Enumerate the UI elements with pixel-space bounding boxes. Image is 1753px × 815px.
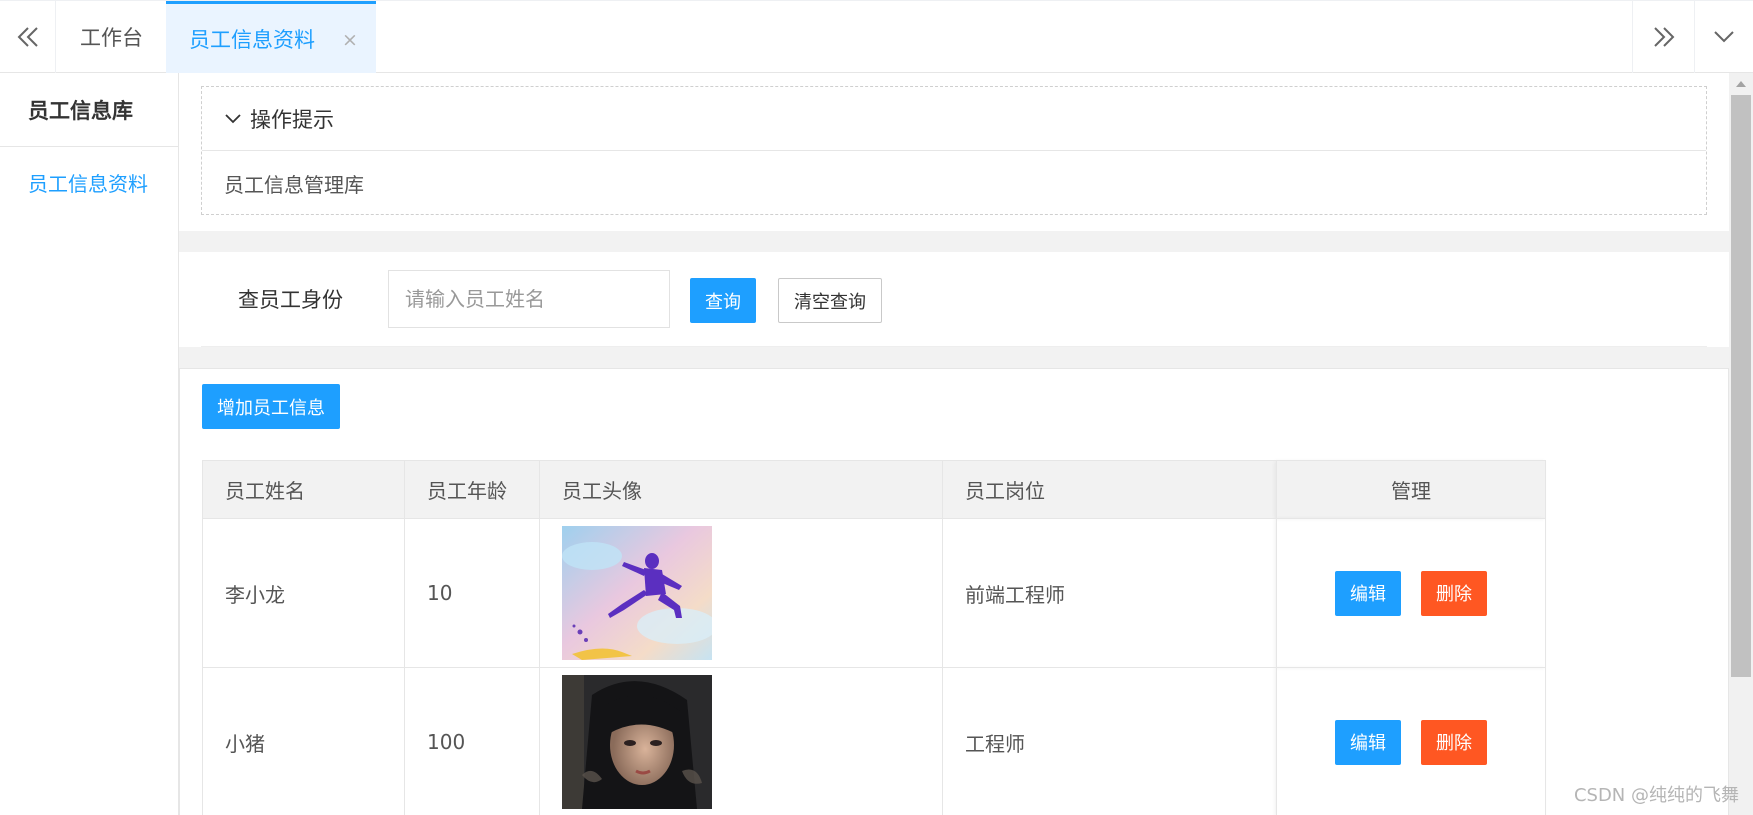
sidebar: 员工信息库 员工信息资料 [0,73,179,815]
tab-close-icon[interactable]: × [342,30,358,50]
edit-button[interactable]: 编辑 [1335,719,1401,765]
main-content: 操作提示 员工信息管理库 查员工身份 查询 清空查询 增加员工信息 员工姓名 员… [179,73,1729,815]
table-panel: 增加员工信息 员工姓名 员工年龄 员工头像 员工岗位 管理 李小龙 10 前端工… [179,368,1729,815]
cell-name: 小猪 [202,667,405,815]
add-employee-button[interactable]: 增加员工信息 [202,384,340,429]
tab-employee-info-label: 员工信息资料 [189,27,315,52]
watermark: CSDN @纯纯的飞舞 [1573,785,1739,806]
cell-avatar [539,518,943,668]
column-header-name: 员工姓名 [202,460,405,519]
avatar [562,526,712,660]
divider [201,346,1707,347]
tab-employee-info[interactable]: 员工信息资料 × [166,1,376,73]
scroll-up-arrow-icon[interactable] [1736,81,1746,87]
tab-workbench[interactable]: 工作台 [57,1,166,73]
delete-button[interactable]: 删除 [1421,570,1487,616]
cell-position: 前端工程师 [942,518,1277,668]
column-header-position: 员工岗位 [942,460,1277,519]
tab-scroll-left-button[interactable] [0,1,56,73]
edit-button[interactable]: 编辑 [1335,570,1401,616]
double-chevron-left-icon [17,27,38,47]
table-row: 李小龙 10 前端工程师 编辑 删除 [202,518,1546,668]
double-chevron-right-icon [1653,27,1674,47]
clear-query-button[interactable]: 清空查询 [778,278,882,323]
tip-title: 操作提示 [250,107,334,132]
avatar [562,675,712,809]
cell-age: 10 [404,518,540,668]
cell-name: 李小龙 [202,518,405,668]
delete-button[interactable]: 删除 [1421,719,1487,765]
tip-collapse: 操作提示 员工信息管理库 [201,86,1707,215]
search-label: 查员工身份 [238,288,343,312]
sidebar-item-employee-info[interactable]: 员工信息资料 [0,147,178,217]
cell-age: 100 [404,667,540,815]
column-header-manage: 管理 [1276,460,1546,519]
tab-bar: 工作台 员工信息资料 × [0,0,1753,73]
column-header-age: 员工年龄 [404,460,540,519]
table-row: 小猪 100 工程师 编辑 删除 [202,667,1546,815]
scrollbar-thumb[interactable] [1731,95,1751,677]
cell-manage: 编辑 删除 [1276,667,1546,815]
table-header-row: 员工姓名 员工年龄 员工头像 员工岗位 管理 [202,460,1546,519]
tip-collapse-header[interactable]: 操作提示 [202,87,1706,151]
tip-panel: 操作提示 员工信息管理库 [179,73,1729,231]
employee-table: 员工姓名 员工年龄 员工头像 员工岗位 管理 李小龙 10 前端工程师 编辑 删… [202,460,1546,815]
vertical-scrollbar[interactable] [1729,73,1753,815]
employee-name-search-input[interactable] [388,270,670,328]
tab-menu-dropdown-button[interactable] [1694,1,1753,73]
cell-position: 工程师 [942,667,1277,815]
chevron-down-icon [225,113,241,123]
tab-workbench-label: 工作台 [80,26,143,50]
sidebar-title: 员工信息库 [0,73,178,147]
chevron-down-icon [1714,31,1734,43]
search-panel: 查员工身份 查询 清空查询 [179,252,1729,347]
column-header-avatar: 员工头像 [539,460,943,519]
cell-manage: 编辑 删除 [1276,518,1546,668]
tab-scroll-right-button[interactable] [1632,1,1694,73]
cell-avatar [539,667,943,815]
query-button[interactable]: 查询 [690,278,756,323]
tip-body: 员工信息管理库 [224,172,364,197]
